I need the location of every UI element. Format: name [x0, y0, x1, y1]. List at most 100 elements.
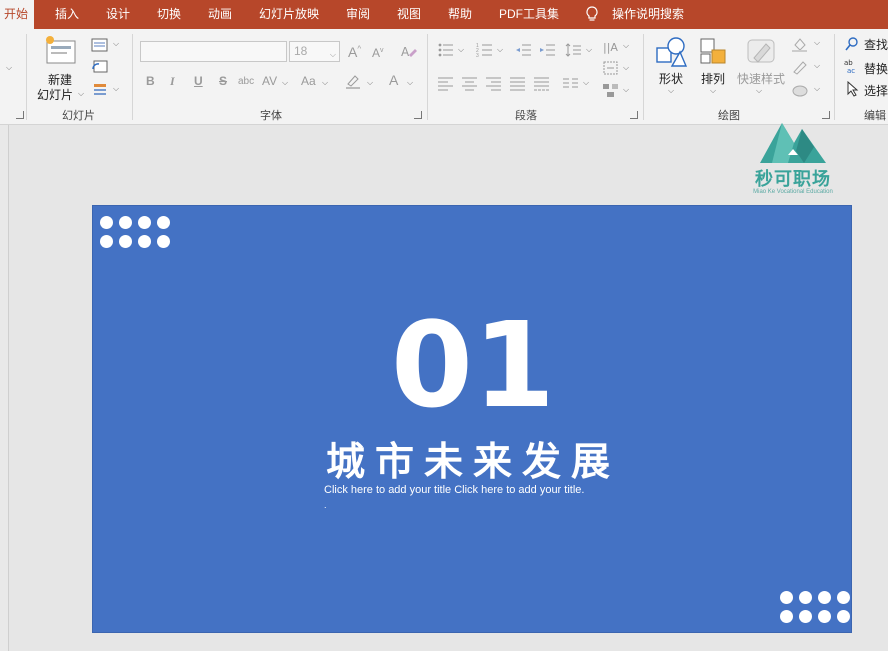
tab-insert[interactable]: 插入	[55, 0, 79, 29]
align-right-icon[interactable]	[485, 75, 503, 91]
svg-text:ab: ab	[844, 59, 853, 67]
justify-icon[interactable]	[509, 75, 527, 91]
select-label[interactable]: 选择	[864, 82, 888, 99]
numbering-icon[interactable]: 123	[476, 42, 494, 58]
select-cursor-icon[interactable]	[846, 81, 860, 97]
decrease-font-icon[interactable]: Av	[372, 46, 384, 60]
tab-home[interactable]: 开始	[0, 0, 35, 29]
tab-pdf-tools[interactable]: PDF工具集	[499, 0, 559, 29]
slide-trailing-text[interactable]: .	[324, 500, 327, 510]
bullets-chevron-icon[interactable]: ⌵	[458, 45, 464, 55]
shapes-label[interactable]: 形状	[659, 70, 683, 87]
change-case-chevron-icon[interactable]: ⌵	[322, 78, 328, 88]
highlight-chevron-icon[interactable]: ⌵	[367, 78, 373, 88]
line-spacing-icon[interactable]	[565, 42, 583, 58]
increase-font-icon[interactable]: A^	[348, 44, 361, 60]
change-case-button[interactable]: Aa	[301, 74, 316, 88]
font-dialog-launcher[interactable]	[414, 111, 422, 119]
dot	[157, 216, 170, 229]
section-chevron-icon[interactable]: ⌵	[113, 84, 119, 94]
replace-label[interactable]: 替换	[864, 60, 888, 77]
shapes-chevron-icon[interactable]: ⌵	[668, 86, 674, 96]
quick-styles-label[interactable]: 快速样式	[737, 70, 785, 87]
clipboard-dialog-launcher[interactable]	[16, 111, 24, 119]
clear-formatting-icon[interactable]: A	[400, 43, 418, 59]
slide-canvas[interactable]: 01 城市未来发展 Click here to add your title C…	[92, 205, 852, 633]
new-slide-chevron-icon[interactable]: ⌵	[78, 89, 84, 99]
thumbnail-pane-edge[interactable]	[0, 125, 9, 651]
columns-icon[interactable]	[562, 75, 580, 91]
collapsed-group-chevron-icon[interactable]: ⌵	[6, 63, 12, 73]
tab-help[interactable]: 帮助	[448, 0, 472, 29]
layout-icon[interactable]	[91, 37, 109, 53]
replace-icon[interactable]: abac	[844, 58, 860, 74]
numbering-chevron-icon[interactable]: ⌵	[497, 45, 503, 55]
font-size-select[interactable]: 18 ⌵	[289, 41, 340, 62]
tab-animations[interactable]: 动画	[208, 0, 232, 29]
font-color-chevron-icon[interactable]: ⌵	[407, 78, 413, 88]
tab-view[interactable]: 视图	[397, 0, 421, 29]
search-icon[interactable]	[844, 36, 860, 52]
italic-button[interactable]: I	[170, 74, 175, 89]
shapes-icon[interactable]	[654, 36, 688, 68]
char-spacing-chevron-icon[interactable]: ⌵	[282, 78, 288, 88]
arrange-label[interactable]: 排列	[701, 70, 725, 87]
text-direction-chevron-icon[interactable]: ⌵	[623, 41, 629, 51]
tell-me-search[interactable]: 操作说明搜索	[612, 0, 684, 29]
font-name-select[interactable]	[140, 41, 287, 62]
char-spacing-button[interactable]: AV	[262, 74, 277, 88]
find-label[interactable]: 查找	[864, 36, 888, 53]
shape-effects-chevron-icon[interactable]: ⌵	[814, 84, 820, 94]
decrease-indent-icon[interactable]	[515, 42, 533, 58]
shape-fill-icon[interactable]	[791, 36, 809, 52]
quick-styles-chevron-icon[interactable]: ⌵	[756, 86, 762, 96]
arrange-chevron-icon[interactable]: ⌵	[710, 86, 716, 96]
font-group-label: 字体	[260, 110, 282, 122]
increase-indent-icon[interactable]	[539, 42, 557, 58]
distributed-icon[interactable]	[533, 75, 551, 91]
section-number[interactable]: 01	[93, 306, 851, 424]
dot	[837, 610, 850, 623]
font-color-icon[interactable]: A	[389, 72, 398, 88]
highlight-icon[interactable]	[345, 73, 363, 89]
shape-outline-icon[interactable]	[791, 59, 809, 75]
underline-button[interactable]: U	[194, 74, 203, 88]
line-spacing-chevron-icon[interactable]: ⌵	[586, 45, 592, 55]
strikethrough-button[interactable]: S	[219, 74, 227, 88]
align-left-icon[interactable]	[437, 75, 455, 91]
text-direction-icon[interactable]: ||A	[602, 38, 620, 54]
shape-effects-icon[interactable]	[791, 82, 809, 98]
slide-subtitle[interactable]: Click here to add your title Click here …	[324, 484, 584, 496]
arrange-icon[interactable]	[698, 36, 730, 68]
new-slide-label-2[interactable]: 幻灯片	[37, 86, 73, 103]
columns-chevron-icon[interactable]: ⌵	[583, 78, 589, 88]
dot	[100, 235, 113, 248]
section-icon[interactable]	[91, 81, 109, 97]
layout-chevron-icon[interactable]: ⌵	[113, 39, 119, 49]
reset-slide-icon[interactable]	[91, 59, 109, 75]
dot	[799, 591, 812, 604]
bullets-icon[interactable]	[437, 42, 455, 58]
dot	[837, 591, 850, 604]
shadow-button[interactable]: abc	[238, 76, 254, 87]
shape-fill-chevron-icon[interactable]: ⌵	[814, 38, 820, 48]
align-center-icon[interactable]	[461, 75, 479, 91]
slide-title[interactable]: 城市未来发展	[93, 431, 851, 487]
dots-decoration-bottom-right	[780, 591, 850, 623]
tab-transitions[interactable]: 切换	[157, 0, 181, 29]
tab-design[interactable]: 设计	[106, 0, 130, 29]
bold-button[interactable]: B	[146, 74, 155, 88]
dot	[818, 610, 831, 623]
paragraph-dialog-launcher[interactable]	[630, 111, 638, 119]
editing-group-label: 编辑	[864, 110, 886, 122]
paragraph-group-label: 段落	[515, 110, 537, 122]
quick-styles-icon[interactable]	[744, 36, 778, 68]
smartart-chevron-icon[interactable]: ⌵	[623, 85, 629, 95]
new-slide-icon[interactable]	[43, 35, 77, 65]
shape-outline-chevron-icon[interactable]: ⌵	[814, 61, 820, 71]
tab-review[interactable]: 审阅	[346, 0, 370, 29]
align-text-chevron-icon[interactable]: ⌵	[623, 63, 629, 73]
tab-slideshow[interactable]: 幻灯片放映	[259, 0, 319, 29]
smartart-icon[interactable]	[602, 82, 620, 98]
align-text-icon[interactable]	[602, 60, 620, 76]
